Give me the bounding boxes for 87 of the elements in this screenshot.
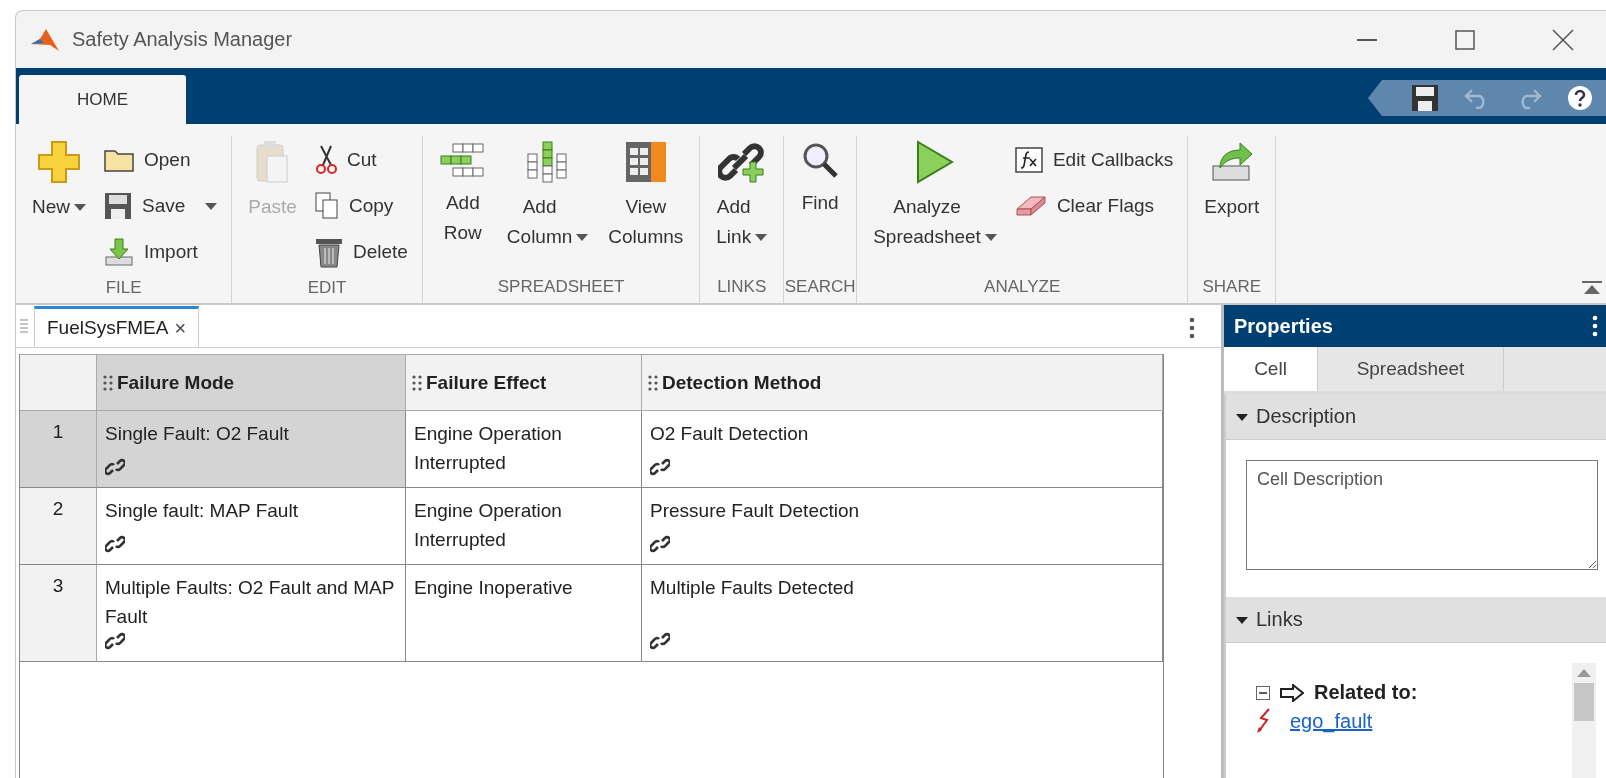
link-icon xyxy=(105,457,125,477)
toolbar-button[interactable]: Cut xyxy=(308,138,414,182)
copy-icon xyxy=(314,192,339,220)
toolbar-button[interactable]: Edit Callbacks xyxy=(1008,138,1180,182)
scissors-icon xyxy=(314,145,337,175)
tab-label: FuelSysFMEA xyxy=(47,317,169,339)
group-label: EDIT xyxy=(306,277,348,299)
document-tab[interactable]: FuelSysFMEA × xyxy=(34,306,200,347)
toolbar-button[interactable]: View Columns xyxy=(600,136,692,256)
table-cell[interactable]: Single fault: MAP Fault xyxy=(97,488,406,565)
column-header[interactable]: Failure Mode xyxy=(97,354,406,411)
link-icon xyxy=(650,631,670,651)
group-label: FILE xyxy=(104,277,143,299)
plus-icon xyxy=(37,140,81,184)
row-number[interactable]: 2 xyxy=(20,488,97,565)
more-menu-icon[interactable] xyxy=(1189,317,1195,339)
scrollbar[interactable] xyxy=(1572,663,1596,778)
link-icon xyxy=(105,631,125,651)
grip-icon[interactable] xyxy=(20,319,28,333)
group-label: SPREADSHEET xyxy=(496,276,626,298)
table-cell[interactable]: Multiple Faults: O2 Fault and MAP Fault xyxy=(97,565,406,662)
section-header[interactable]: Links xyxy=(1224,597,1606,643)
toolbar-button[interactable]: Export xyxy=(1196,136,1268,226)
group-label: ANALYZE xyxy=(983,276,1062,298)
row-number[interactable]: 3 xyxy=(20,565,97,662)
panel-header: Properties xyxy=(1224,305,1606,347)
toolbar-button[interactable]: Save xyxy=(98,184,224,228)
toolbar-button[interactable]: Delete xyxy=(308,230,414,274)
save-icon[interactable] xyxy=(1410,84,1439,112)
scroll-thumb[interactable] xyxy=(1574,683,1594,721)
toolbar-button[interactable]: Import xyxy=(98,230,224,274)
grip-icon xyxy=(103,374,113,391)
function-icon xyxy=(1014,147,1043,173)
close-icon[interactable] xyxy=(1552,28,1574,51)
more-menu-icon[interactable] xyxy=(1592,315,1598,337)
toolbar-button[interactable]: Open xyxy=(98,138,224,182)
row-number[interactable]: 1 xyxy=(20,411,97,488)
rows-icon xyxy=(438,140,487,180)
link-icon xyxy=(650,457,670,477)
link-icon xyxy=(105,534,125,554)
column-header[interactable]: Detection Method xyxy=(642,354,1163,411)
grip-icon xyxy=(412,374,422,391)
collapse-toggle-icon[interactable] xyxy=(1256,685,1270,700)
maximize-icon[interactable] xyxy=(1455,29,1475,50)
tree-node-label: Related to: xyxy=(1314,681,1418,704)
table-cell[interactable]: Engine Operation Interrupted xyxy=(406,411,642,488)
table-cell[interactable]: Engine Inoperative xyxy=(406,565,642,662)
toolbar-button[interactable]: Analyze Spreadsheet xyxy=(865,136,1005,256)
toolbar-button[interactable]: Add Link xyxy=(708,136,776,256)
table-cell[interactable]: Pressure Fault Detection xyxy=(642,488,1163,565)
save-icon xyxy=(104,192,132,220)
group-label: SHARE xyxy=(1201,276,1263,298)
group-label: SEARCH xyxy=(784,276,857,298)
arrow-icon xyxy=(1280,683,1304,702)
export-icon xyxy=(1209,140,1254,184)
toolbar-button[interactable]: Add Column xyxy=(498,136,597,256)
window-title: Safety Analysis Manager xyxy=(72,28,294,51)
eraser-icon xyxy=(1014,195,1047,217)
section-header[interactable]: Description xyxy=(1224,394,1606,440)
toolbar-button[interactable]: Clear Flags xyxy=(1008,184,1180,228)
table-cell[interactable]: Engine Operation Interrupted xyxy=(406,488,642,565)
column-header[interactable]: Failure Effect xyxy=(406,354,642,411)
table-cell[interactable]: Single Fault: O2 Fault xyxy=(97,411,406,488)
clipboard-icon xyxy=(254,140,291,184)
link[interactable]: ego_fault xyxy=(1290,709,1373,733)
table-cell[interactable]: O2 Fault Detection xyxy=(642,411,1163,488)
table-cell[interactable]: Multiple Faults Detected xyxy=(642,565,1163,662)
description-field[interactable]: Cell Description xyxy=(1246,460,1598,570)
add-link-icon xyxy=(717,140,766,184)
link-icon xyxy=(650,534,670,554)
folder-icon xyxy=(104,148,134,172)
toolbar-button[interactable]: Copy xyxy=(308,184,414,228)
trash-icon xyxy=(314,236,343,268)
minimize-icon[interactable] xyxy=(1357,38,1377,41)
close-tab-button[interactable]: × xyxy=(174,316,187,340)
collapse-ribbon-icon[interactable] xyxy=(1582,281,1602,295)
table-columns-icon xyxy=(623,140,668,184)
panel-tab[interactable]: Cell xyxy=(1224,347,1318,391)
toolbar-button[interactable]: Add Row xyxy=(430,136,495,252)
group-label: LINKS xyxy=(716,276,768,298)
ribbon-tab[interactable]: HOME xyxy=(19,75,186,124)
import-icon xyxy=(104,237,134,267)
toolbar-button[interactable]: Find xyxy=(792,136,849,222)
help-icon[interactable] xyxy=(1567,85,1594,111)
grip-icon xyxy=(648,374,658,391)
toolbar-button[interactable]: New xyxy=(24,136,94,226)
play-icon xyxy=(915,140,955,184)
